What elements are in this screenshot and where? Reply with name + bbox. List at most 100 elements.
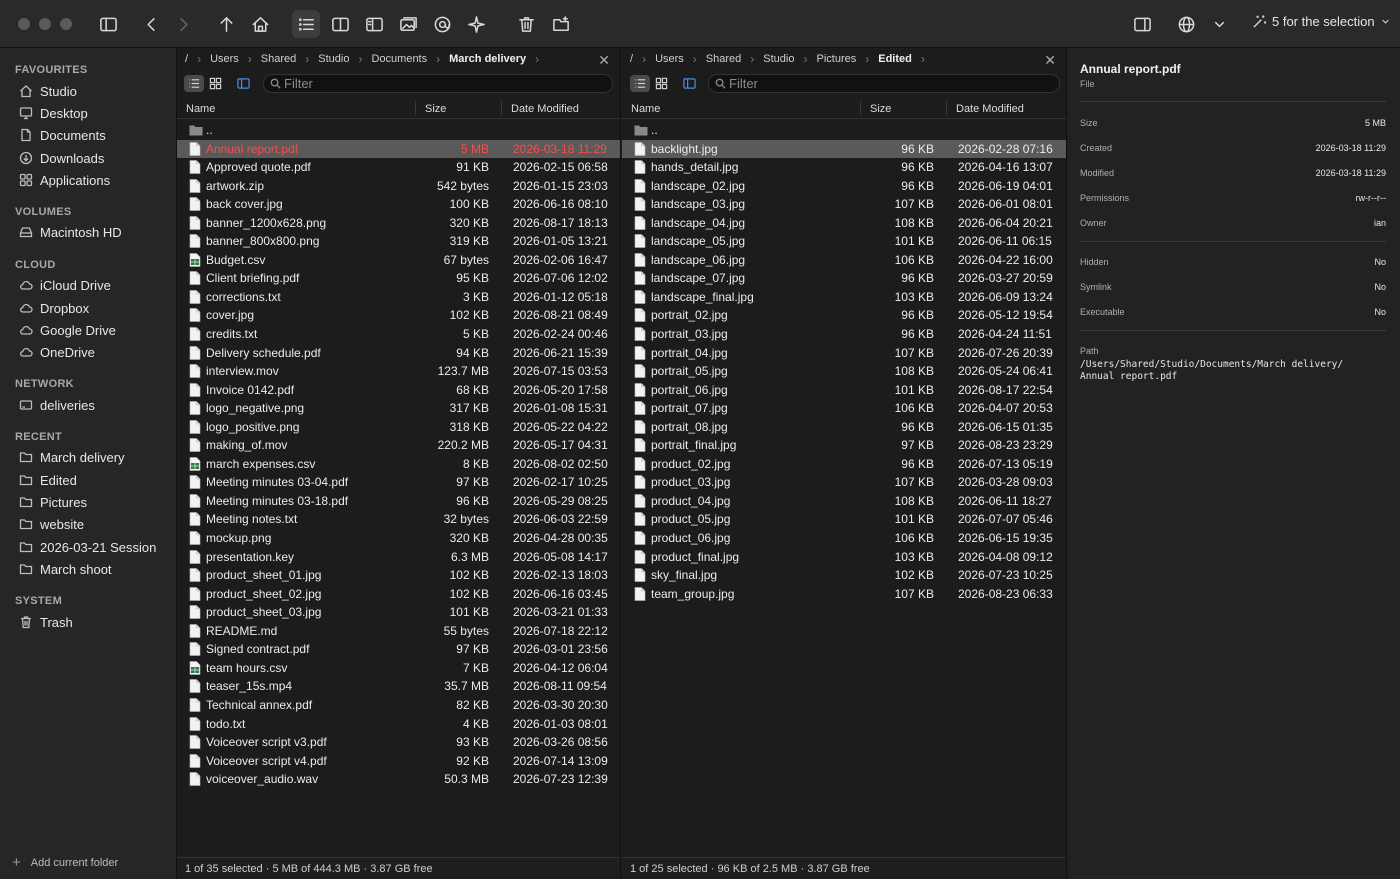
file-row[interactable]: banner_800x800.png 319 KB 2026-01-05 13:21	[177, 232, 620, 251]
file-row[interactable]: product_03.jpg 107 KB 2026-03-28 09:03	[622, 473, 1066, 492]
sidebar-item-deliveries[interactable]: deliveries	[19, 396, 95, 414]
file-row[interactable]: cover.jpg 102 KB 2026-08-21 08:49	[177, 306, 620, 325]
file-row[interactable]: voiceover_audio.wav 50.3 MB 2026-07-23 12:…	[177, 770, 620, 789]
date-column-header[interactable]: Date Modified	[956, 103, 1024, 115]
chevron-down-icon[interactable]	[1205, 10, 1233, 38]
up-arrow-icon[interactable]	[212, 10, 240, 38]
file-row[interactable]: hands_detail.jpg 96 KB 2026-04-16 13:07	[622, 158, 1066, 177]
file-row[interactable]: corrections.txt 3 KB 2026-01-12 05:18	[177, 288, 620, 307]
sidebar-item-documents[interactable]: Documents	[19, 126, 106, 144]
file-row[interactable]: product_sheet_01.jpg 102 KB 2026-02-13 18:…	[177, 566, 620, 585]
file-row[interactable]: product_sheet_02.jpg 102 KB 2026-06-16 03:…	[177, 585, 620, 604]
at-sign-icon[interactable]	[428, 10, 456, 38]
image-gallery-icon[interactable]	[394, 10, 422, 38]
file-row[interactable]: portrait_07.jpg 106 KB 2026-04-07 20:53	[622, 399, 1066, 418]
file-row[interactable]: Technical annex.pdf 82 KB 2026-03-30 20:30	[177, 696, 620, 715]
sidebar-item-icloud-drive[interactable]: iCloud Drive	[19, 276, 111, 294]
file-row[interactable]: march expenses.csv 8 KB 2026-08-02 02:50	[177, 455, 620, 474]
sidebar-toggle-icon[interactable]	[94, 10, 122, 38]
inspector-toggle-icon[interactable]	[1128, 10, 1156, 38]
column-divider[interactable]	[415, 101, 416, 115]
file-row[interactable]: back cover.jpg 100 KB 2026-06-16 08:10	[177, 195, 620, 214]
sidebar-item-march-shoot[interactable]: March shoot	[19, 560, 112, 578]
zoom-window-button[interactable]	[60, 17, 72, 30]
file-row[interactable]: product_05.jpg 101 KB 2026-07-07 05:46	[622, 510, 1066, 529]
column-divider[interactable]	[946, 101, 947, 115]
file-row[interactable]: sky_final.jpg 102 KB 2026-07-23 10:25	[622, 566, 1066, 585]
file-row[interactable]: Invoice 0142.pdf 68 KB 2026-05-20 17:58	[177, 381, 620, 400]
file-row[interactable]: Signed contract.pdf 97 KB 2026-03-01 23:56	[177, 640, 620, 659]
file-row[interactable]: presentation.key 6.3 MB 2026-05-08 14:17	[177, 548, 620, 567]
file-row[interactable]: portrait_final.jpg 97 KB 2026-08-23 23:29	[622, 436, 1066, 455]
breadcrumb-item[interactable]: Shared	[706, 53, 741, 65]
file-row[interactable]: landscape_07.jpg 96 KB 2026-03-27 20:59	[622, 269, 1066, 288]
file-row[interactable]: README.md 55 bytes 2026-07-18 22:12	[177, 622, 620, 641]
breadcrumb-item[interactable]: Pictures	[816, 53, 856, 65]
home-icon[interactable]	[246, 10, 274, 38]
sidebar-item-onedrive[interactable]: OneDrive	[19, 343, 95, 361]
sidebar-item-march-delivery[interactable]: March delivery	[19, 448, 125, 466]
preview-toggle-icon[interactable]	[679, 75, 699, 92]
file-row[interactable]: Client briefing.pdf 95 KB 2026-07-06 12:02	[177, 269, 620, 288]
file-row[interactable]: landscape_final.jpg 103 KB 2026-06-09 13:2…	[622, 288, 1066, 307]
file-row[interactable]: banner_1200x628.png 320 KB 2026-08-17 18:1…	[177, 214, 620, 233]
file-row[interactable]: logo_positive.png 318 KB 2026-05-22 04:22	[177, 418, 620, 437]
sidebar-item-studio[interactable]: Studio	[19, 82, 77, 100]
sidebar-item-macintosh-hd[interactable]: Macintosh HD	[19, 223, 122, 241]
date-column-header[interactable]: Date Modified	[511, 103, 579, 115]
preview-toggle-icon[interactable]	[233, 75, 253, 92]
file-row[interactable]: product_sheet_03.jpg 101 KB 2026-03-21 01:…	[177, 603, 620, 622]
name-column-header[interactable]: Name	[186, 103, 215, 115]
file-row[interactable]: Meeting minutes 03-18.pdf 96 KB 2026-05-29…	[177, 492, 620, 511]
preview-pane-icon[interactable]	[360, 10, 388, 38]
file-row[interactable]: Approved quote.pdf 91 KB 2026-02-15 06:58	[177, 158, 620, 177]
sidebar-item-trash[interactable]: Trash	[19, 613, 73, 631]
sidebar-item-google-drive[interactable]: Google Drive	[19, 321, 116, 339]
file-row[interactable]: Meeting minutes 03-04.pdf 97 KB 2026-02-17…	[177, 473, 620, 492]
trash-icon[interactable]	[512, 10, 540, 38]
file-row[interactable]: landscape_04.jpg 108 KB 2026-06-04 20:21	[622, 214, 1066, 233]
file-row[interactable]: landscape_02.jpg 96 KB 2026-06-19 04:01	[622, 177, 1066, 196]
grid-view-icon[interactable]	[205, 75, 225, 92]
file-row[interactable]: making_of.mov 220.2 MB 2026-05-17 04:31	[177, 436, 620, 455]
new-folder-icon[interactable]	[547, 10, 575, 38]
sidebar-item-downloads[interactable]: Downloads	[19, 149, 104, 167]
file-row[interactable]: landscape_06.jpg 106 KB 2026-04-22 16:00	[622, 251, 1066, 270]
file-row[interactable]: credits.txt 5 KB 2026-02-24 00:46	[177, 325, 620, 344]
file-row[interactable]: artwork.zip 542 bytes 2026-01-15 23:03	[177, 177, 620, 196]
sparkle-icon[interactable]	[462, 10, 490, 38]
file-row[interactable]: portrait_03.jpg 96 KB 2026-04-24 11:51	[622, 325, 1066, 344]
file-row[interactable]: product_final.jpg 103 KB 2026-04-08 09:12	[622, 548, 1066, 567]
sidebar-item-edited[interactable]: Edited	[19, 471, 77, 489]
breadcrumb-item[interactable]: Edited	[878, 53, 912, 65]
close-pane-icon[interactable]: ✕	[598, 52, 610, 69]
filter-input[interactable]	[729, 76, 929, 91]
close-window-button[interactable]	[18, 17, 30, 30]
breadcrumb-item[interactable]: /	[630, 53, 633, 65]
breadcrumb-item[interactable]: Users	[210, 53, 239, 65]
back-arrow-icon[interactable]	[137, 10, 165, 38]
column-divider[interactable]	[501, 101, 502, 115]
breadcrumb-item[interactable]: /	[185, 53, 188, 65]
add-current-folder-button[interactable]: + Add current folder	[12, 854, 118, 871]
minimize-window-button[interactable]	[39, 17, 51, 30]
file-row[interactable]: product_06.jpg 106 KB 2026-06-15 19:35	[622, 529, 1066, 548]
file-row[interactable]: interview.mov 123.7 MB 2026-07-15 03:53	[177, 362, 620, 381]
file-row[interactable]: Voiceover script v4.pdf 92 KB 2026-07-14 1…	[177, 752, 620, 771]
list-view-icon[interactable]	[630, 75, 650, 92]
sidebar-item-desktop[interactable]: Desktop	[19, 104, 88, 122]
file-row[interactable]: portrait_05.jpg 108 KB 2026-05-24 06:41	[622, 362, 1066, 381]
file-row[interactable]: Annual report.pdf 5 MB 2026-03-18 11:29	[177, 139, 620, 159]
file-row[interactable]: team_group.jpg 107 KB 2026-08-23 06:33	[622, 585, 1066, 604]
file-row[interactable]: product_02.jpg 96 KB 2026-07-13 05:19	[622, 455, 1066, 474]
list-view-icon[interactable]	[184, 75, 204, 92]
forward-arrow-icon[interactable]	[169, 10, 197, 38]
file-row[interactable]: backlight.jpg 96 KB 2026-02-28 07:16	[622, 139, 1066, 159]
sidebar-item-2026-03-21-session[interactable]: 2026-03-21 Session	[19, 538, 156, 556]
file-row[interactable]: landscape_03.jpg 107 KB 2026-06-01 08:01	[622, 195, 1066, 214]
breadcrumb-item[interactable]: Studio	[318, 53, 349, 65]
breadcrumb-item[interactable]: Studio	[763, 53, 794, 65]
file-row[interactable]: portrait_04.jpg 107 KB 2026-07-26 20:39	[622, 344, 1066, 363]
sidebar-item-pictures[interactable]: Pictures	[19, 493, 87, 511]
file-row[interactable]: Delivery schedule.pdf 94 KB 2026-06-21 15:…	[177, 344, 620, 363]
